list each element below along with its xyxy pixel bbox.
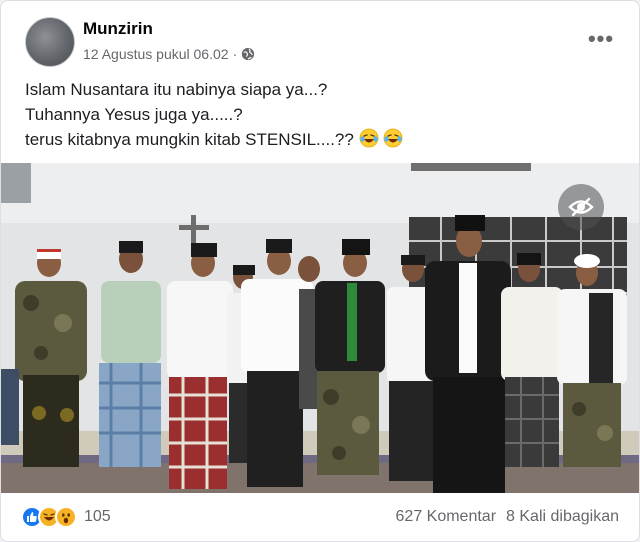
laughing-crying-emoji-icon (359, 128, 378, 148)
wow-icon (55, 506, 77, 528)
post-photo[interactable] (1, 163, 640, 493)
post-text: Islam Nusantara itu nabinya siapa ya...?… (25, 77, 619, 152)
reactions-summary[interactable]: 105 (21, 506, 111, 528)
author-name[interactable]: Munzirin (83, 19, 153, 39)
more-options-button[interactable]: ••• (583, 25, 619, 53)
globe-icon (242, 47, 255, 61)
shares-count[interactable]: 8 Kali dibagikan (506, 508, 619, 526)
post-footer: 105 627 Komentar 8 Kali dibagikan (21, 501, 619, 533)
eye-slash-icon (568, 197, 594, 217)
post-line-1: Islam Nusantara itu nabinya siapa ya...? (25, 80, 328, 99)
post-meta: 12 Agustus pukul 06.02 · (83, 46, 255, 62)
avatar[interactable] (25, 17, 75, 67)
post-stats: 627 Komentar 8 Kali dibagikan (396, 508, 619, 526)
comments-count[interactable]: 627 Komentar (396, 508, 497, 526)
reaction-count[interactable]: 105 (84, 508, 111, 526)
more-icon: ••• (587, 26, 615, 51)
person-1 (15, 249, 87, 467)
timestamp[interactable]: 12 Agustus pukul 06.02 (83, 46, 229, 62)
post-line-2: Tuhannya Yesus juga ya.....? (25, 105, 243, 124)
post-header: Munzirin 12 Agustus pukul 06.02 · ••• (21, 15, 619, 69)
post-line-3-text: terus kitabnya mungkin kitab STENSIL....… (25, 130, 354, 149)
hide-photo-button[interactable] (558, 184, 604, 230)
meta-separator: · (232, 46, 238, 62)
post-line-3: terus kitabnya mungkin kitab STENSIL....… (25, 127, 619, 152)
laughing-crying-emoji-icon (383, 128, 403, 148)
post-card: Munzirin 12 Agustus pukul 06.02 · ••• Is… (0, 0, 640, 542)
